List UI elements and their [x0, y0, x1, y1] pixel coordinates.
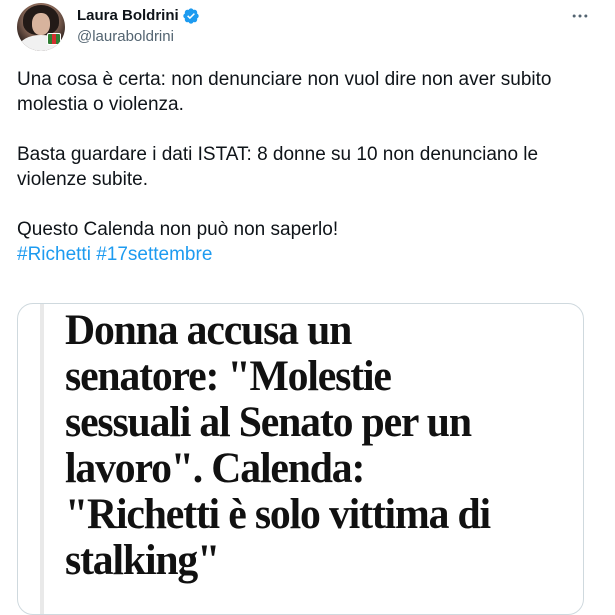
- tweet-paragraph: Basta guardare i dati ISTAT: 8 donne su …: [17, 144, 539, 190]
- avatar[interactable]: [17, 3, 65, 51]
- newspaper-column-rule: [40, 304, 44, 614]
- headline-line: lavoro". Calenda:: [65, 445, 365, 492]
- headline-line: stalking": [65, 537, 220, 584]
- headline-line: sessuali al Senato per un: [65, 399, 472, 446]
- user-handle[interactable]: @lauraboldrini: [77, 27, 174, 47]
- display-name[interactable]: Laura Boldrini: [77, 6, 179, 26]
- avatar-face: [32, 13, 50, 35]
- more-options-icon[interactable]: [569, 5, 591, 27]
- tweet-paragraph: Questo Calenda non può non saperlo!: [17, 219, 339, 240]
- tweet-paragraph: Una cosa è certa: non denunciare non vuo…: [17, 69, 552, 115]
- verified-badge-icon: [182, 7, 200, 25]
- headline-line: senatore: "Molestie: [65, 353, 392, 400]
- tweet-text: Una cosa è certa: non denunciare non vuo…: [17, 67, 602, 267]
- author-name-row[interactable]: Laura Boldrini: [77, 6, 200, 26]
- headline-line: "Richetti è solo vittima di: [65, 491, 491, 538]
- newspaper-headline: Donna accusa un senatore: "Molestie sess…: [65, 308, 550, 584]
- tweet[interactable]: Laura Boldrini @lauraboldrini Una cosa è…: [0, 0, 615, 615]
- headline-line: Donna accusa un: [65, 307, 352, 354]
- hashtag-link[interactable]: #17settembre: [96, 244, 212, 265]
- hashtags: #Richetti #17settembre: [17, 242, 602, 267]
- hashtag-link[interactable]: #Richetti: [17, 244, 91, 265]
- avatar-flag-badge: [47, 33, 61, 45]
- media-card[interactable]: Donna accusa un senatore: "Molestie sess…: [17, 303, 584, 615]
